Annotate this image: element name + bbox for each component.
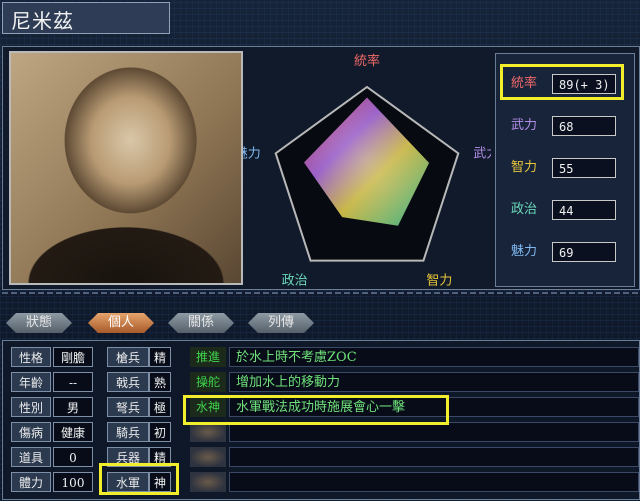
personal-label: 傷病 — [11, 422, 51, 442]
aptitude-value: 精 — [149, 347, 171, 367]
skill-name[interactable] — [190, 472, 226, 492]
personal-value: 健康 — [53, 422, 93, 442]
skill-name[interactable]: 推進 — [190, 347, 226, 367]
officer-portrait — [9, 51, 243, 285]
stat-label: 武力 — [510, 118, 537, 133]
skill-description: 增加水上的移動力 — [229, 372, 639, 392]
radar-axis-label-1: 武力 — [473, 146, 491, 161]
tab-0[interactable]: 狀態 — [6, 313, 72, 333]
personal-label: 體力 — [11, 472, 51, 492]
personal-value: 男 — [53, 397, 93, 417]
aptitude-label: 戟兵 — [107, 372, 149, 392]
highlight-leadership — [500, 64, 624, 100]
skill-description — [229, 472, 639, 492]
section-divider — [2, 292, 638, 294]
personal-label: 道具 — [11, 447, 51, 467]
tab-2[interactable]: 關係 — [168, 313, 234, 333]
stat-value: 55 — [552, 158, 616, 178]
radar-axis-label-2: 智力 — [426, 274, 452, 287]
stat-label: 政治 — [510, 202, 537, 217]
stat-value: 69 — [552, 242, 616, 262]
radar-axis-label-0: 統率 — [354, 53, 380, 69]
skill-description — [229, 447, 639, 467]
aptitude-value: 熟 — [149, 372, 171, 392]
radar-axis-label-4: 魅力 — [243, 146, 261, 161]
skill-description — [229, 422, 639, 442]
officer-name: 尼米茲 — [11, 9, 74, 33]
skill-name[interactable] — [190, 422, 226, 442]
personal-value: -- — [53, 372, 93, 392]
stat-radar-chart: 統率武力智力 政治 魅力 — [243, 53, 491, 287]
stat-label: 魅力 — [510, 244, 537, 259]
aptitude-label: 騎兵 — [107, 422, 149, 442]
tab-1[interactable]: 個人 — [88, 313, 154, 333]
personal-label: 性格 — [11, 347, 51, 367]
aptitude-label: 槍兵 — [107, 347, 149, 367]
aptitude-value: 極 — [149, 397, 171, 417]
personal-label: 性別 — [11, 397, 51, 417]
personal-value: 剛膽 — [53, 347, 93, 367]
skill-name[interactable] — [190, 447, 226, 467]
stat-value: 44 — [552, 200, 616, 220]
skill-description: 於水上時不考慮ZOC — [229, 347, 639, 367]
personal-value: 0 — [53, 447, 93, 467]
officer-overview-panel: 統率武力智力政治魅力 統率89(+ 3)武力68智力55政治44魅力69 — [2, 46, 640, 290]
aptitude-label: 弩兵 — [107, 397, 149, 417]
tab-3[interactable]: 列傳 — [248, 313, 314, 333]
skill-name[interactable]: 操舵 — [190, 372, 226, 392]
stat-values-box: 統率 89(+ 3) 武力 68 智力 55 政治 44 魅力 69 — [495, 53, 635, 287]
radar-axis-label-3: 政治 — [282, 274, 308, 287]
officer-name-bar: 尼米茲 — [2, 2, 170, 34]
highlight-navy-aptitude — [99, 463, 179, 495]
personal-value: 100 — [53, 472, 93, 492]
stat-value: 68 — [552, 116, 616, 136]
stat-label: 智力 — [510, 160, 537, 175]
aptitude-value: 初 — [149, 422, 171, 442]
highlight-water-god-skill — [183, 395, 449, 425]
personal-label: 年齡 — [11, 372, 51, 392]
personal-info-panel: 性格 剛膽 槍兵精推進 於水上時不考慮ZOC 年齡 -- 戟兵熟操舵 增加水上的移動力性別男弩… — [2, 340, 640, 500]
